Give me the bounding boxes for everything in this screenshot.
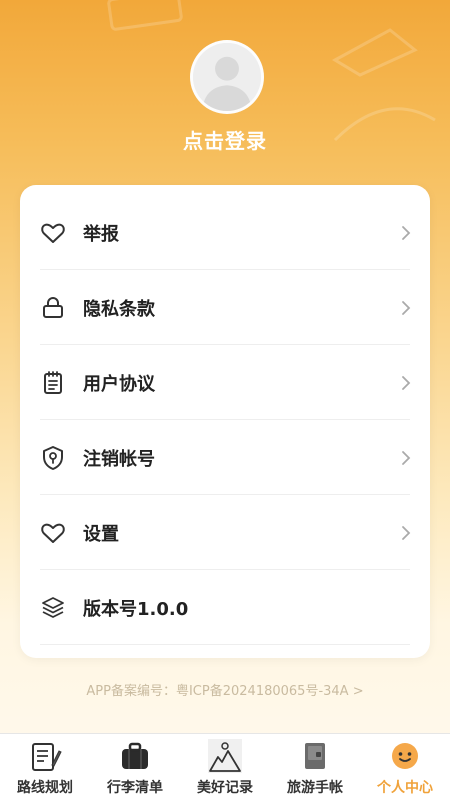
- chevron-right-icon: [400, 224, 412, 242]
- journal-icon: [297, 739, 333, 773]
- notepad-icon: [40, 370, 66, 396]
- tab-label: 旅游手帐: [287, 780, 343, 796]
- menu-item-label: 注销帐号: [83, 448, 155, 470]
- tab-personal-center[interactable]: 个人中心: [360, 734, 450, 800]
- divider: [40, 644, 410, 645]
- avatar[interactable]: [190, 40, 264, 114]
- heart-icon: [40, 520, 66, 546]
- tab-label: 个人中心: [377, 780, 433, 796]
- heart-icon: [40, 220, 66, 246]
- menu-item-version: 版本号1.0.0: [20, 570, 430, 645]
- menu-item-label: 隐私条款: [83, 298, 155, 320]
- menu-item-label: 用户协议: [83, 373, 155, 395]
- user-avatar-icon: [193, 43, 261, 111]
- notebook-pen-icon: [27, 739, 63, 773]
- tab-label: 美好记录: [197, 780, 253, 796]
- chevron-right-icon: [400, 449, 412, 467]
- icp-filing-link[interactable]: APP备案编号：粤ICP备2024180065号-34A >: [0, 680, 450, 699]
- menu-item-user-agreement[interactable]: 用户协议: [20, 345, 430, 420]
- menu-item-label: 举报: [83, 223, 119, 245]
- menu-item-privacy[interactable]: 隐私条款: [20, 270, 430, 345]
- layers-icon: [40, 595, 66, 621]
- lock-icon: [40, 295, 66, 321]
- bottom-tab-bar: 路线规划 行李清单 美好记录 旅游手帐 个人中心: [0, 733, 450, 800]
- mountain-sun-icon: [207, 739, 243, 773]
- version-label: 版本号1.0.0: [83, 598, 189, 620]
- chevron-right-icon: [400, 524, 412, 542]
- menu-card: 举报 隐私条款 用户协议 注销帐号 设置 版本号1.0.0: [20, 185, 430, 658]
- background-decoration: [331, 28, 418, 77]
- menu-item-delete-account[interactable]: 注销帐号: [20, 420, 430, 495]
- shield-icon: [40, 445, 66, 471]
- tab-label: 行李清单: [107, 780, 163, 796]
- suitcase-icon: [117, 739, 153, 773]
- login-link[interactable]: 点击登录: [0, 125, 450, 154]
- chevron-right-icon: [400, 374, 412, 392]
- menu-item-report[interactable]: 举报: [20, 195, 430, 270]
- tab-label: 路线规划: [17, 780, 73, 796]
- tab-travel-journal[interactable]: 旅游手帐: [270, 734, 360, 800]
- menu-item-label: 设置: [83, 523, 119, 545]
- tab-route-planning[interactable]: 路线规划: [0, 734, 90, 800]
- tab-luggage-list[interactable]: 行李清单: [90, 734, 180, 800]
- tab-good-records[interactable]: 美好记录: [180, 734, 270, 800]
- background-decoration: [107, 0, 183, 31]
- smiley-face-icon: [387, 739, 423, 773]
- chevron-right-icon: [400, 299, 412, 317]
- menu-item-settings[interactable]: 设置: [20, 495, 430, 570]
